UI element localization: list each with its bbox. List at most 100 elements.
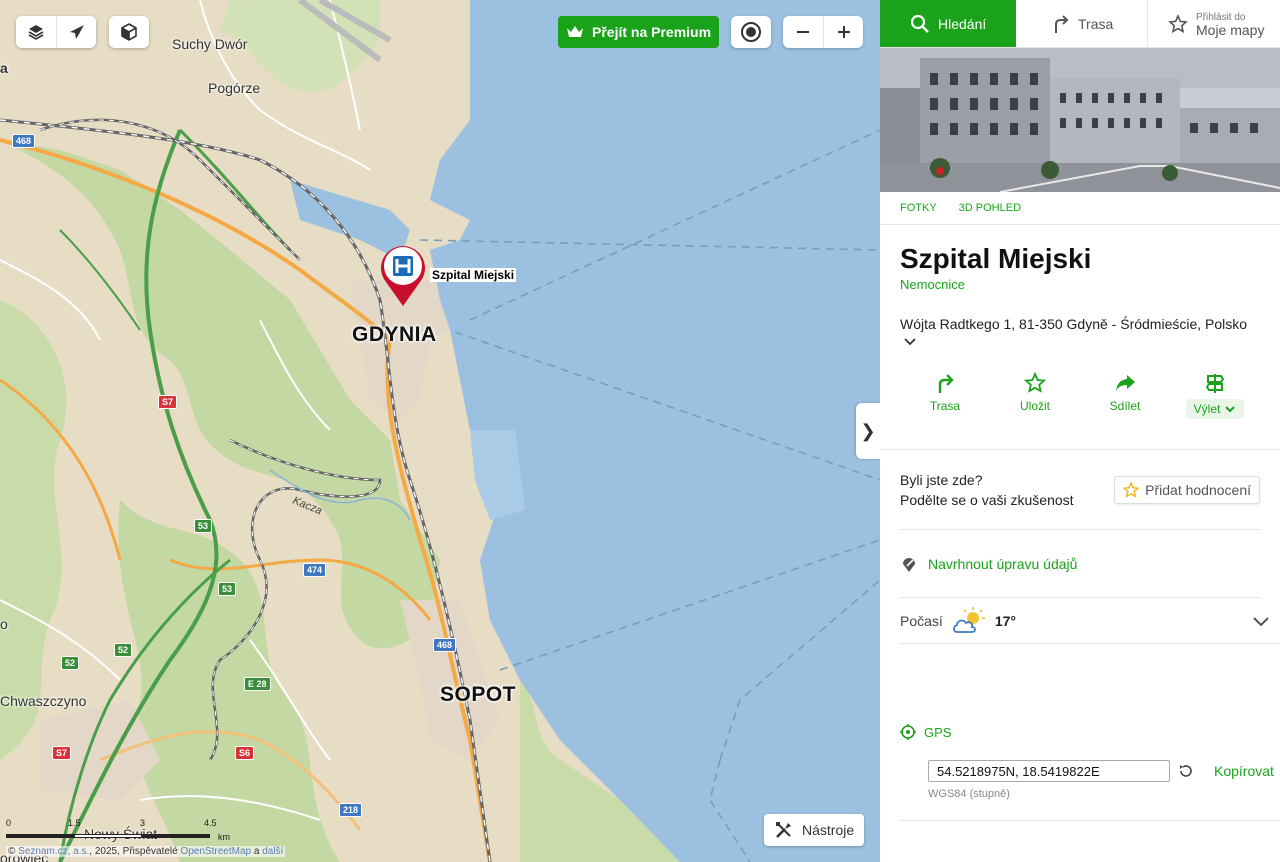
aerial-button[interactable]	[56, 16, 96, 48]
scale-bar-segment	[142, 834, 210, 838]
copyright-prefix: ©	[8, 846, 16, 857]
trip-action-label: Výlet	[1193, 402, 1221, 416]
tab-route-label: Trasa	[1078, 15, 1114, 32]
route-action-label: Trasa	[929, 399, 961, 413]
road-shield-218: 218	[339, 803, 363, 817]
chevron-down-icon[interactable]	[902, 334, 918, 350]
premium-button[interactable]: Přejít na Premium	[558, 16, 720, 48]
premium-label: Přejít na Premium	[592, 24, 712, 40]
road-shield-474: 474	[303, 563, 327, 577]
tab-search[interactable]: Hledání	[880, 0, 1016, 47]
3d-button[interactable]	[109, 16, 149, 48]
share-action-button[interactable]: Sdílet	[1080, 371, 1170, 433]
refresh-icon[interactable]	[1178, 763, 1194, 779]
road-shield-s7: S7	[52, 746, 72, 760]
scale-unit: km	[218, 832, 230, 842]
signpost-icon	[1205, 374, 1225, 393]
minus-icon	[797, 31, 809, 33]
add-review-button[interactable]: Přidat hodnocení	[1114, 475, 1260, 504]
star-icon	[1168, 13, 1188, 33]
search-icon	[910, 14, 929, 33]
tab-my-maps[interactable]: Přihlásit do Moje mapy	[1148, 0, 1280, 47]
star-icon	[1024, 372, 1046, 393]
map-copyright: © Seznam.cz, a.s., 2025, Přispěvatelé Op…	[6, 846, 286, 857]
road-shield-e28: E 28	[244, 677, 271, 691]
road-shield-53: 53	[194, 519, 213, 533]
hospital-marker[interactable]	[378, 242, 428, 308]
review-prompt: Podělte se o vaši zkušenost	[900, 491, 1074, 508]
add-review-label: Přidat hodnocení	[1145, 481, 1251, 498]
poi-title: Szpital Miejski	[900, 243, 1092, 274]
road-shield-52: 52	[114, 643, 133, 657]
scale-tick-0: 0	[6, 818, 12, 828]
hospital-photo	[880, 48, 1280, 192]
photo-tabs: FOTKY 3D POHLED	[880, 192, 1280, 224]
map-label-suchy-dwor: Suchy Dwór	[172, 36, 248, 52]
divider	[900, 820, 1280, 821]
zoom-out-button[interactable]	[783, 16, 823, 48]
copy-coordinates-button[interactable]: Kopírovat	[1214, 763, 1274, 779]
copyright-and: a	[253, 846, 260, 857]
edit-pin-icon	[903, 557, 915, 572]
map-label-edge-o: o	[0, 616, 8, 632]
scale-tick-2: 3	[140, 818, 146, 828]
scale-bar-segment	[74, 834, 142, 838]
scale-tick-3: 4.5	[204, 818, 217, 828]
save-action-button[interactable]: Uložit	[990, 371, 1080, 433]
tab-search-label: Hledání	[938, 15, 987, 32]
scale-bar-segment	[6, 834, 74, 838]
poi-type-link[interactable]: Nemocnice	[900, 277, 1260, 292]
route-action-button[interactable]: Trasa	[900, 371, 990, 433]
road-shield-s7: S7	[158, 395, 178, 409]
detail-panel: Hledání Trasa Přihlásit do Moje mapy FOT…	[880, 0, 1280, 862]
marker-label[interactable]: Szpital Miejski	[430, 268, 517, 282]
map-label-pogorze: Pogórze	[208, 80, 261, 96]
airplane-icon	[69, 25, 84, 39]
chevron-down-icon	[1253, 616, 1269, 626]
map-label-edge-a: a	[0, 60, 8, 76]
map-background	[0, 0, 880, 862]
chevron-down-icon	[1225, 406, 1236, 413]
tools-icon	[776, 822, 791, 838]
crown-icon	[567, 26, 583, 37]
suggest-edit-label: Navrhnout úpravu údajů	[928, 555, 1078, 572]
tab-3d-view[interactable]: 3D POHLED	[959, 202, 1021, 214]
weather-temperature: 17°	[994, 612, 1016, 629]
map-3d-control	[109, 16, 149, 48]
star-icon	[1123, 481, 1140, 498]
locate-button[interactable]	[731, 16, 771, 48]
suggest-edit-link[interactable]: Navrhnout úpravu údajů	[900, 530, 1260, 598]
tab-route[interactable]: Trasa	[1016, 0, 1148, 47]
divider	[880, 224, 1280, 225]
scale-tick-1: 1.5	[68, 818, 81, 828]
copyright-year: , 2025, Přispěvatelé	[89, 846, 178, 857]
others-link[interactable]: další	[262, 846, 283, 857]
tools-button[interactable]: Nástroje	[764, 814, 864, 846]
zoom-in-button[interactable]	[823, 16, 863, 48]
coordinate-format-hint: WGS84 (stupně)	[928, 788, 1010, 800]
road-shield-468: 468	[12, 134, 36, 148]
route-icon	[1055, 14, 1069, 33]
zoom-controls	[783, 16, 863, 48]
road-shield-53: 53	[218, 582, 237, 596]
layers-icon	[28, 25, 44, 40]
coordinates-field[interactable]	[928, 760, 1170, 782]
tools-label: Nástroje	[802, 822, 855, 838]
tab-photos[interactable]: FOTKY	[900, 202, 937, 214]
road-shield-s6: S6	[235, 746, 255, 760]
map-label-chwaszczyno: Chwaszczyno	[0, 693, 87, 709]
map-mode-controls	[16, 16, 96, 48]
osm-link[interactable]: OpenStreetMap	[180, 846, 251, 857]
map-canvas[interactable]: a Suchy Dwór Pogórze GDYNIA SOPOT Chwasz…	[0, 0, 880, 862]
seznam-link[interactable]: Seznam.cz, a.s.	[18, 846, 89, 857]
collapse-panel-button[interactable]: ❯	[856, 403, 880, 459]
map-label-sopot: SOPOT	[440, 683, 517, 706]
share-action-label: Sdílet	[1109, 399, 1141, 413]
poi-photo[interactable]	[880, 48, 1280, 192]
layers-button[interactable]	[16, 16, 56, 48]
cube-icon	[121, 23, 137, 41]
trip-action-button[interactable]: Výlet	[1170, 371, 1260, 433]
weather-row[interactable]: Počasí 17°	[900, 598, 1280, 644]
gps-header: GPS	[900, 724, 1280, 740]
route-icon	[938, 374, 954, 393]
